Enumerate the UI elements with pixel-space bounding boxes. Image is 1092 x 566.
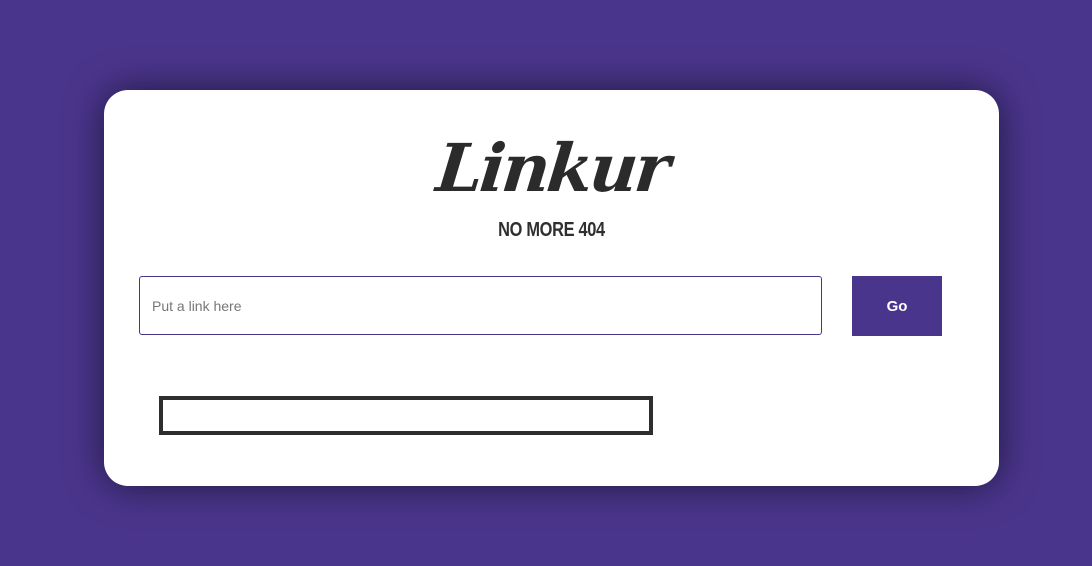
link-input[interactable] (139, 276, 822, 335)
go-button[interactable]: Go (852, 276, 942, 336)
brand: Linkur NO MORE 404 (104, 126, 999, 242)
main-card: Linkur NO MORE 404 Go (104, 90, 999, 486)
logo: Linkur (432, 129, 671, 207)
tagline: NO MORE 404 (498, 219, 605, 241)
result-box (159, 396, 653, 435)
